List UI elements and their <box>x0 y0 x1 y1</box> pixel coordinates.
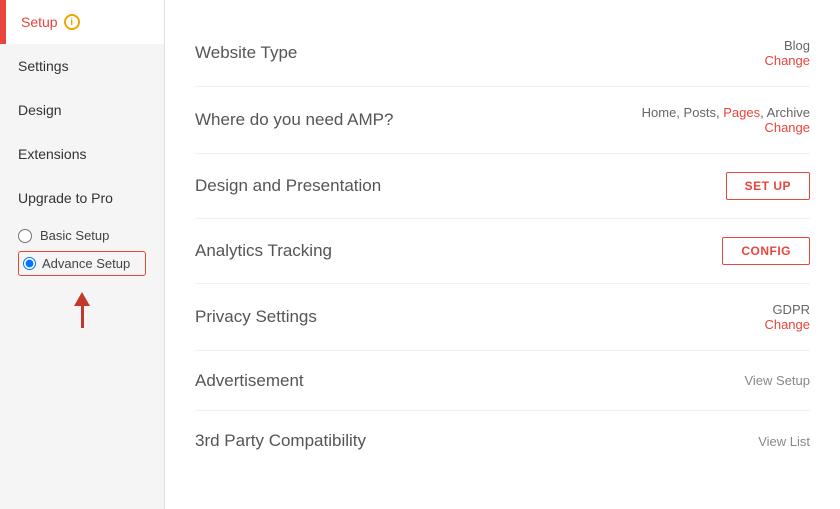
basic-setup-option[interactable]: Basic Setup <box>18 228 146 243</box>
row-third-party: 3rd Party Compatibility View List <box>195 411 810 471</box>
row-website-type: Website Type Blog Change <box>195 20 810 87</box>
sidebar: Setup i Settings Design Extensions Upgra… <box>0 0 165 509</box>
design-presentation-label: Design and Presentation <box>195 176 381 196</box>
sidebar-label-design: Design <box>18 102 62 118</box>
sidebar-label-upgrade: Upgrade to Pro <box>18 190 113 206</box>
website-type-value: Blog Change <box>764 38 810 68</box>
row-privacy-settings: Privacy Settings GDPR Change <box>195 284 810 351</box>
website-type-label: Website Type <box>195 43 297 63</box>
info-icon: i <box>64 14 80 30</box>
view-list-link[interactable]: View List <box>758 434 810 449</box>
config-button[interactable]: CONFIG <box>722 237 810 265</box>
sidebar-item-extensions[interactable]: Extensions <box>0 132 164 176</box>
setup-options: Basic Setup Advance Setup <box>0 220 164 288</box>
third-party-value: View List <box>758 434 810 449</box>
row-advertisement: Advertisement View Setup <box>195 351 810 411</box>
sidebar-item-design[interactable]: Design <box>0 88 164 132</box>
basic-setup-radio[interactable] <box>18 229 32 243</box>
sidebar-label-settings: Settings <box>18 58 69 74</box>
where-amp-change[interactable]: Change <box>642 120 810 135</box>
third-party-label: 3rd Party Compatibility <box>195 431 366 451</box>
basic-setup-label: Basic Setup <box>40 228 109 243</box>
row-where-amp: Where do you need AMP? Home, Posts, Page… <box>195 87 810 154</box>
where-amp-text: Home, Posts, Pages, Archive <box>642 105 810 120</box>
row-analytics-tracking: Analytics Tracking CONFIG <box>195 219 810 284</box>
analytics-tracking-label: Analytics Tracking <box>195 241 332 261</box>
privacy-settings-value: GDPR Change <box>764 302 810 332</box>
set-up-button[interactable]: SET UP <box>726 172 810 200</box>
privacy-settings-label: Privacy Settings <box>195 307 317 327</box>
sidebar-item-settings[interactable]: Settings <box>0 44 164 88</box>
advertisement-label: Advertisement <box>195 371 304 391</box>
design-presentation-value: SET UP <box>726 172 810 200</box>
advance-setup-label: Advance Setup <box>42 256 130 271</box>
advance-setup-radio[interactable] <box>23 257 36 270</box>
where-amp-value: Home, Posts, Pages, Archive Change <box>642 105 810 135</box>
view-setup-link[interactable]: View Setup <box>744 373 810 388</box>
sidebar-label-extensions: Extensions <box>18 146 86 162</box>
arrow-up-icon <box>74 292 90 306</box>
sidebar-item-setup[interactable]: Setup i <box>0 0 164 44</box>
analytics-tracking-value: CONFIG <box>722 237 810 265</box>
main-content: Website Type Blog Change Where do you ne… <box>165 0 840 509</box>
website-type-change[interactable]: Change <box>764 53 810 68</box>
where-amp-label: Where do you need AMP? <box>195 110 393 130</box>
website-type-text: Blog <box>764 38 810 53</box>
advance-setup-box[interactable]: Advance Setup <box>18 251 146 276</box>
advertisement-value: View Setup <box>744 373 810 388</box>
arrow-shaft <box>81 306 84 328</box>
sidebar-label-setup: Setup <box>21 14 58 30</box>
privacy-settings-change[interactable]: Change <box>764 317 810 332</box>
arrow-indicator <box>0 288 164 328</box>
row-design-presentation: Design and Presentation SET UP <box>195 154 810 219</box>
privacy-settings-text: GDPR <box>764 302 810 317</box>
sidebar-item-upgrade[interactable]: Upgrade to Pro <box>0 176 164 220</box>
